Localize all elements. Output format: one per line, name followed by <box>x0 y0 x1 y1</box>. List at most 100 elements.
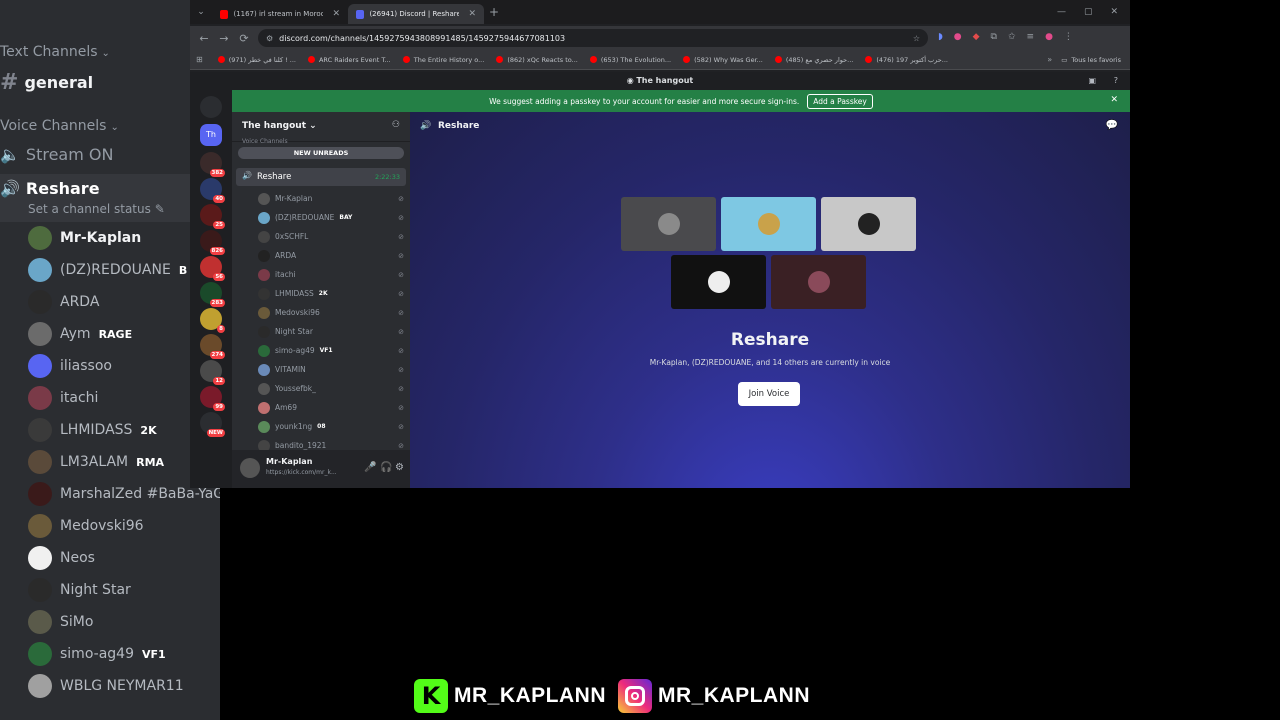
tab-search-icon[interactable]: ⌄ <box>190 7 212 17</box>
forward-icon[interactable]: → <box>214 32 234 45</box>
text-channels-category[interactable]: Text Channels ⌄ <box>0 44 110 60</box>
bookmark-item[interactable]: The Entire History o... <box>398 56 490 64</box>
site-info-icon[interactable]: ⚙ <box>266 34 273 43</box>
server-icon[interactable]: 12 <box>200 360 225 385</box>
voice-user-row[interactable]: simo-ag49 VF1 ⊘ <box>258 341 404 360</box>
voice-channels-category[interactable]: Voice Channels ⌄ <box>0 118 119 134</box>
voice-user-row[interactable]: LHMIDASS 2K ⊘ <box>258 284 404 303</box>
voice-user-row[interactable]: itachi ⊘ <box>258 265 404 284</box>
voice-user-row[interactable]: Night Star <box>28 576 131 604</box>
extensions-puzzle-icon[interactable]: ⧉ <box>991 32 997 42</box>
voice-user-row[interactable]: Night Star ⊘ <box>258 322 404 341</box>
voice-user-row[interactable]: LM3ALAM RMA <box>28 448 164 476</box>
voice-user-row[interactable]: Aym RAGE <box>28 320 132 348</box>
voice-user-row[interactable]: Am69 ⊘ <box>258 398 404 417</box>
extension-icon[interactable]: ● <box>954 32 962 42</box>
voice-user-row[interactable]: (DZ)REDOUANE B <box>28 256 187 284</box>
mute-mic-icon[interactable]: 🎤 <box>364 462 376 473</box>
tab-discord[interactable]: (26941) Discord | Reshare | Th✕ <box>348 4 484 24</box>
channel-status-button[interactable]: Set a channel status ✎ <box>28 202 165 216</box>
voice-user-row[interactable]: (DZ)REDOUANE BAY ⊘ <box>258 208 404 227</box>
chat-bubble-icon[interactable]: 💬 <box>1106 120 1118 131</box>
star-icon[interactable]: ☆ <box>913 34 920 43</box>
more-bookmarks-icon[interactable]: » <box>1047 55 1052 64</box>
extension-icon[interactable]: ◗ <box>938 32 943 42</box>
menu-kebab-icon[interactable]: ⋮ <box>1064 32 1073 42</box>
tab-youtube[interactable]: (1167) irl stream in Morocco a✕ <box>212 4 348 24</box>
new-tab-button[interactable]: + <box>484 5 504 19</box>
voice-user-row[interactable]: iliassoo <box>28 352 112 380</box>
server-icon-the-hangout[interactable]: Th <box>200 124 222 146</box>
active-voice-channel[interactable]: 🔊 Reshare 2:22:33 <box>236 168 406 186</box>
voice-user-row[interactable]: Mr-Kaplan ⊘ <box>258 189 404 208</box>
voice-user-row[interactable]: ARDA ⊘ <box>258 246 404 265</box>
channel-reshare[interactable]: 🔊 Reshare <box>0 179 100 198</box>
headphones-icon[interactable]: 🎧 <box>380 462 392 473</box>
close-banner-icon[interactable]: ✕ <box>1110 95 1118 105</box>
maximize-icon[interactable]: ▢ <box>1084 7 1093 17</box>
inbox-icon[interactable]: ▣ <box>1088 72 1096 90</box>
voice-user-row[interactable]: 0xSCHFL ⊘ <box>258 227 404 246</box>
voice-user-row[interactable]: Medovski96 <box>28 512 144 540</box>
voice-user-row[interactable]: Mr-Kaplan <box>28 224 141 252</box>
bookmark-item[interactable]: (476) حرب أكتوبر 197... <box>860 56 953 64</box>
discord-home-icon[interactable] <box>200 96 222 118</box>
join-voice-button[interactable]: Join Voice <box>738 382 800 406</box>
close-icon[interactable]: ✕ <box>332 9 340 19</box>
voice-user-row[interactable]: younk1ng 08 ⊘ <box>258 417 404 436</box>
back-icon[interactable]: ← <box>194 32 214 45</box>
bookmark-item[interactable]: (862) xQc Reacts to... <box>491 56 583 64</box>
server-icon[interactable]: 99 <box>200 386 225 411</box>
instagram-handle: MR_KAPLANN <box>658 684 810 707</box>
reload-icon[interactable]: ⟳ <box>234 32 254 45</box>
server-icon[interactable]: 40 <box>200 178 225 203</box>
voice-user-row[interactable]: simo-ag49 VF1 <box>28 640 166 668</box>
voice-user-row[interactable]: ARDA <box>28 288 99 316</box>
avatar[interactable] <box>240 458 260 478</box>
bookmark-item[interactable]: ARC Raiders Event T... <box>303 56 396 64</box>
bookmark-item[interactable]: (485) حوار حصري مع... <box>770 56 858 64</box>
voice-user-row[interactable]: WBLG NEYMAR11 <box>28 672 184 700</box>
settings-gear-icon[interactable]: ⚙ <box>395 462 404 473</box>
server-icon[interactable]: 826 <box>200 230 225 255</box>
server-icon[interactable]: 8 <box>200 308 225 333</box>
channel-stream-on[interactable]: 🔈 Stream ON <box>0 145 113 164</box>
help-icon[interactable]: ? <box>1114 72 1118 90</box>
voice-participant-tile[interactable] <box>771 255 866 309</box>
server-icon[interactable]: 283 <box>200 282 225 307</box>
voice-user-row[interactable]: Youssefbk_ ⊘ <box>258 379 404 398</box>
close-window-icon[interactable]: ✕ <box>1110 7 1118 17</box>
channel-general[interactable]: # general <box>0 70 93 95</box>
extension-icon[interactable]: ◆ <box>973 32 980 42</box>
voice-user-row[interactable]: Neos <box>28 544 95 572</box>
all-bookmarks-folder[interactable]: ▭ Tous les favoris <box>1056 56 1126 64</box>
voice-user-row[interactable]: itachi <box>28 384 98 412</box>
voice-user-row[interactable]: LHMIDASS 2K <box>28 416 157 444</box>
bookmark-item[interactable]: (653) The Evolution... <box>585 56 676 64</box>
voice-participant-tile[interactable] <box>621 197 716 251</box>
server-icon[interactable]: 382 <box>200 152 225 177</box>
server-icon[interactable]: 25 <box>200 204 225 229</box>
add-member-icon[interactable]: ⚇ <box>392 120 400 130</box>
voice-participant-tile[interactable] <box>821 197 916 251</box>
profile-avatar-icon[interactable]: ● <box>1045 32 1053 42</box>
bookmark-item[interactable]: (971) كلنا في خطر ! ... <box>213 56 301 64</box>
voice-user-row[interactable]: SiMo <box>28 608 93 636</box>
server-icon[interactable]: 56 <box>200 256 225 281</box>
bookmark-item[interactable]: (582) Why Was Ger... <box>678 56 768 64</box>
apps-grid-icon[interactable]: ⊞ <box>196 55 203 64</box>
voice-participant-tile[interactable] <box>671 255 766 309</box>
server-icon[interactable]: NEW <box>200 412 225 437</box>
minimize-icon[interactable]: — <box>1057 7 1066 17</box>
voice-user-row[interactable]: Medovski96 ⊘ <box>258 303 404 322</box>
close-icon[interactable]: ✕ <box>468 9 476 19</box>
media-icon[interactable]: ≡ <box>1027 32 1035 42</box>
bookmark-star-icon[interactable]: ✩ <box>1008 32 1016 42</box>
voice-user-row[interactable]: VITAMIN ⊘ <box>258 360 404 379</box>
url-input[interactable]: ⚙ discord.com/channels/145927594380899148… <box>258 29 928 47</box>
server-icon[interactable]: 274 <box>200 334 225 359</box>
add-passkey-button[interactable]: Add a Passkey <box>807 93 873 109</box>
voice-channels-header[interactable]: Voice Channels <box>242 138 288 145</box>
voice-participant-tile[interactable] <box>721 197 816 251</box>
new-unreads-pill[interactable]: NEW UNREADS <box>238 147 404 159</box>
